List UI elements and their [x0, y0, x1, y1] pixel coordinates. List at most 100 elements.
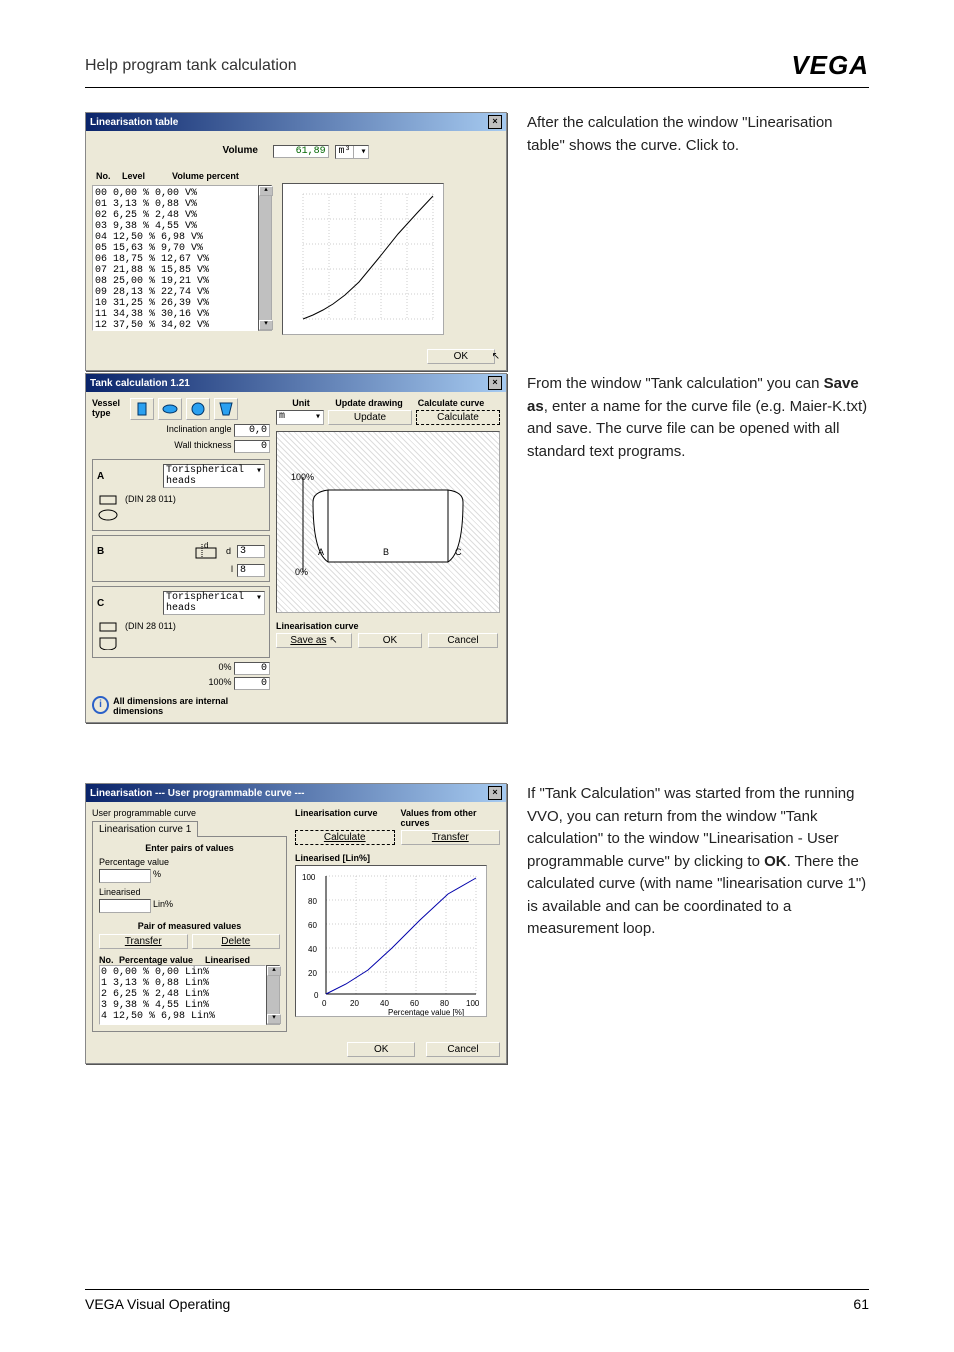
- svg-text:100: 100: [302, 873, 316, 882]
- vessel-shape-horizontal[interactable]: [158, 398, 182, 420]
- chevron-down-icon[interactable]: ▾: [360, 146, 366, 158]
- vessel-shape-sphere[interactable]: [186, 398, 210, 420]
- close-icon[interactable]: ×: [488, 115, 502, 129]
- volume-unit: m³: [338, 146, 354, 158]
- user-curve-group-label: User programmable curve: [92, 808, 287, 818]
- user-rows: 0 0,00 % 0,00 Lin% 1 3,13 % 0,88 Lin% 2 …: [99, 965, 266, 1025]
- l-field[interactable]: 8: [237, 564, 265, 577]
- tank-calculation-window: Tank calculation 1.21 × Vessel type: [85, 373, 507, 723]
- save-as-button[interactable]: Save as ↖: [276, 633, 352, 648]
- scroll-down-icon[interactable]: ▾: [259, 320, 273, 330]
- svg-text:40: 40: [308, 945, 317, 954]
- transfer-other-button[interactable]: Transfer: [401, 830, 501, 845]
- page-footer: VEGA Visual Operating 61: [85, 1289, 869, 1312]
- scroll-down-icon[interactable]: ▾: [267, 1014, 281, 1024]
- l-label: l: [231, 564, 233, 577]
- svg-text:100: 100: [466, 999, 480, 1008]
- vessel-shape-vertical[interactable]: [130, 398, 154, 420]
- calculate-button[interactable]: Calculate: [295, 830, 395, 845]
- head-a-select[interactable]: Torispherical heads: [166, 465, 256, 487]
- pct0-field[interactable]: 0: [234, 662, 270, 675]
- linearised-label: Linearised: [99, 887, 280, 897]
- percentage-unit: %: [153, 869, 161, 883]
- cursor-icon: ↖: [329, 635, 337, 646]
- svg-text:0: 0: [322, 999, 327, 1008]
- volume-label: Volume: [223, 145, 258, 156]
- col-volume-percent: Volume percent: [172, 171, 239, 181]
- footer-page-number: 61: [853, 1296, 869, 1312]
- linearisation-table-window: Linearisation table × Volume 61,89 m³ ▾: [85, 112, 507, 371]
- vega-logo: VEGA: [791, 50, 869, 81]
- close-icon[interactable]: ×: [488, 376, 502, 390]
- unit-select[interactable]: m: [279, 411, 285, 424]
- svg-text:20: 20: [350, 999, 359, 1008]
- inclination-angle-field[interactable]: 0,0: [234, 424, 270, 437]
- linearisation-curve-label: Linearisation curve: [276, 621, 500, 631]
- calculate-button[interactable]: Calculate: [416, 410, 500, 425]
- linearisation-curve-label: Linearisation curve: [295, 808, 395, 828]
- wall-thickness-field[interactable]: 0: [234, 440, 270, 453]
- linearisation-user-window: Linearisation --- User programmable curv…: [85, 783, 507, 1064]
- cancel-button[interactable]: Cancel: [428, 633, 498, 648]
- svg-text:60: 60: [410, 999, 419, 1008]
- pair-measured-label: Pair of measured values: [99, 921, 280, 931]
- svg-text:Percentage value [%]: Percentage value [%]: [388, 1008, 464, 1016]
- percentage-value-field[interactable]: [99, 869, 151, 883]
- svg-text:B: B: [383, 547, 389, 557]
- all-dimensions-note: All dimensions are internal dimensions: [113, 696, 270, 716]
- paragraph-1: After the calculation the window "Linear…: [527, 112, 869, 157]
- linearised-field[interactable]: [99, 899, 151, 913]
- cancel-button[interactable]: Cancel: [426, 1042, 500, 1057]
- linearised-chart: 100 80 60 40 20 0 0 20 40 60: [295, 865, 487, 1017]
- paragraph-3: If "Tank Calculation" was started from t…: [527, 783, 869, 941]
- svg-text:A: A: [318, 547, 324, 557]
- close-icon[interactable]: ×: [488, 786, 502, 800]
- pct100-field[interactable]: 0: [234, 677, 270, 690]
- linearisation-curve-chart: [282, 183, 444, 335]
- section-b-label: B: [97, 546, 104, 557]
- ok-button[interactable]: OK: [358, 633, 422, 648]
- chevron-down-icon[interactable]: ▾: [256, 592, 262, 614]
- unit-label: Unit: [276, 398, 326, 408]
- col-linearised: Linearised: [205, 955, 250, 965]
- window-title: Linearisation table: [90, 117, 178, 128]
- section-c-label: C: [97, 598, 104, 609]
- section-b-icon: d: [194, 540, 220, 562]
- wall-thickness-label: Wall thickness: [174, 440, 231, 450]
- svg-text:0%: 0%: [295, 567, 308, 577]
- section-a-icon: [97, 491, 119, 507]
- head-c-select[interactable]: Torispherical heads: [166, 592, 256, 614]
- values-other-curves-label: Values from other curves: [401, 808, 501, 828]
- col-no: No.: [96, 171, 122, 181]
- pct0-label: 0%: [218, 662, 231, 672]
- ok-button[interactable]: OK: [427, 349, 495, 364]
- d-label: d: [226, 546, 231, 556]
- chart-y-label: Linearised [Lin%]: [295, 853, 500, 863]
- din-c-label: (DIN 28 011): [125, 621, 176, 631]
- ok-button[interactable]: OK: [347, 1042, 415, 1057]
- delete-button[interactable]: Delete: [192, 934, 281, 949]
- chevron-down-icon[interactable]: ▾: [256, 465, 262, 487]
- paragraph-2: From the window "Tank calculation" you c…: [527, 373, 869, 463]
- transfer-button[interactable]: Transfer: [99, 934, 188, 949]
- window-title: Linearisation --- User programmable curv…: [90, 788, 305, 799]
- scroll-up-icon[interactable]: ▴: [267, 966, 281, 976]
- section-c-icon: [97, 618, 119, 634]
- percentage-value-label: Percentage value: [99, 857, 280, 867]
- vessel-shape-cone[interactable]: [214, 398, 238, 420]
- col-percentage: Percentage value: [119, 955, 205, 965]
- tab-lin-curve-1[interactable]: Linearisation curve 1: [92, 821, 198, 837]
- col-level: Level: [122, 171, 172, 181]
- section-a-label: A: [97, 471, 104, 482]
- inclination-angle-label: Inclination angle: [166, 424, 231, 434]
- vessel-type-label: Vessel type: [92, 398, 126, 418]
- svg-text:C: C: [455, 547, 462, 557]
- svg-text:d: d: [204, 541, 208, 550]
- scroll-up-icon[interactable]: ▴: [259, 186, 273, 196]
- col-no: No.: [99, 955, 119, 965]
- d-field[interactable]: 3: [237, 545, 265, 558]
- section-c-icon2: [97, 634, 119, 650]
- chevron-down-icon[interactable]: ▾: [315, 411, 321, 424]
- section-a-icon2: [97, 507, 119, 523]
- update-button[interactable]: Update: [328, 410, 412, 425]
